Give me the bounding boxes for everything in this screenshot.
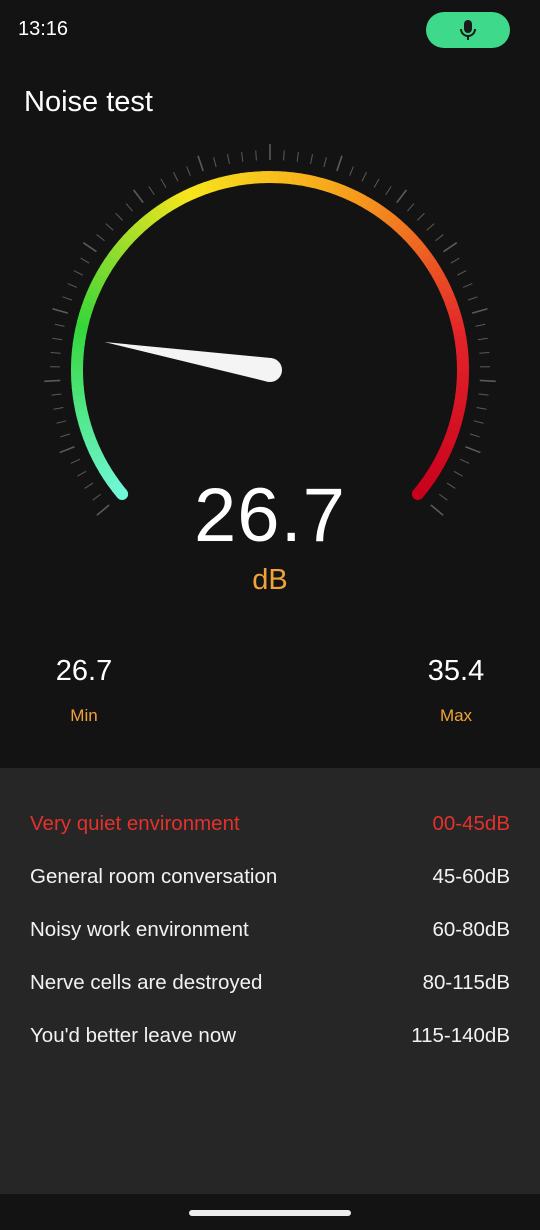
min-stat: 26.7 Min bbox=[24, 655, 144, 726]
gauge-tick bbox=[186, 166, 191, 176]
level-range: 45-60dB bbox=[432, 865, 510, 888]
gauge-tick bbox=[96, 234, 105, 242]
gauge-tick bbox=[132, 189, 144, 204]
navigation-bar bbox=[0, 1194, 540, 1230]
gauge-tick bbox=[465, 445, 481, 454]
gauge-needle bbox=[104, 342, 282, 382]
gauge-tick bbox=[51, 393, 62, 396]
gauge-tick bbox=[349, 166, 354, 176]
gauge-tick bbox=[473, 420, 484, 424]
gauge-tick bbox=[70, 458, 81, 464]
gauge-ticks bbox=[44, 144, 496, 516]
level-label: Noisy work environment bbox=[30, 918, 249, 941]
gauge-tick bbox=[60, 433, 71, 438]
gauge-tick bbox=[62, 296, 73, 301]
gauge-tick bbox=[241, 151, 244, 162]
gauge-tick bbox=[50, 351, 61, 354]
level-range: 00-45dB bbox=[432, 812, 510, 835]
gauge-tick bbox=[443, 242, 458, 253]
microphone-icon bbox=[460, 20, 476, 40]
gauge-tick bbox=[450, 257, 460, 264]
gauge-arc bbox=[71, 171, 469, 501]
gauge-tick bbox=[406, 203, 415, 212]
gauge-tick bbox=[478, 393, 489, 396]
status-time: 13:16 bbox=[18, 18, 69, 40]
gauge-tick bbox=[82, 242, 97, 253]
gauge-tick bbox=[296, 151, 299, 162]
gauge-tick bbox=[476, 407, 487, 410]
level-row: You'd better leave now 115-140dB bbox=[30, 1024, 510, 1054]
gauge-tick bbox=[197, 155, 204, 172]
gauge-tick bbox=[417, 212, 425, 221]
gauge-tick bbox=[475, 323, 486, 327]
gauge-tick bbox=[471, 308, 488, 314]
gauge-tick bbox=[77, 470, 87, 477]
gauge-tick bbox=[53, 407, 64, 410]
gauge-tick bbox=[310, 154, 314, 165]
gauge-tick bbox=[105, 223, 114, 231]
needle-pointer bbox=[104, 342, 272, 382]
max-value: 35.4 bbox=[427, 655, 485, 687]
gauge-tick bbox=[457, 270, 467, 276]
level-label: Nerve cells are destroyed bbox=[30, 971, 263, 994]
home-indicator[interactable] bbox=[189, 1210, 351, 1216]
min-value: 26.7 bbox=[55, 655, 113, 687]
level-range: 115-140dB bbox=[411, 1024, 510, 1047]
gauge-tick bbox=[173, 172, 179, 182]
gauge-tick bbox=[459, 458, 470, 464]
level-row: Very quiet environment 00-45dB bbox=[30, 812, 510, 842]
level-range: 60-80dB bbox=[432, 918, 510, 941]
gauge-tick bbox=[477, 337, 488, 341]
noise-levels-panel: Very quiet environment 00-45dB General r… bbox=[0, 768, 540, 1194]
gauge-tick bbox=[479, 351, 490, 354]
gauge-tick bbox=[54, 323, 65, 327]
gauge-tick bbox=[385, 186, 392, 196]
gauge-tick bbox=[283, 150, 285, 161]
gauge-tick bbox=[453, 470, 463, 477]
reading-unit: dB bbox=[252, 564, 288, 596]
gauge-tick bbox=[67, 283, 78, 288]
gauge-tick bbox=[59, 445, 75, 454]
max-stat: 35.4 Max bbox=[396, 655, 516, 726]
level-range: 80-115dB bbox=[422, 971, 510, 994]
gauge-tick bbox=[148, 186, 155, 196]
gauge-tick bbox=[396, 189, 408, 204]
gauge-tick bbox=[52, 308, 69, 314]
gauge-tick bbox=[426, 223, 435, 231]
gauge-tick bbox=[336, 155, 343, 172]
gauge-tick bbox=[467, 296, 478, 301]
gauge-tick bbox=[361, 172, 367, 182]
level-label: You'd better leave now bbox=[30, 1024, 237, 1047]
min-label: Min bbox=[70, 706, 98, 725]
gauge-tick bbox=[435, 234, 444, 242]
level-row: Noisy work environment 60-80dB bbox=[30, 918, 510, 948]
gauge-tick bbox=[213, 157, 217, 168]
gauge-tick bbox=[323, 157, 327, 168]
level-label: General room conversation bbox=[30, 865, 278, 888]
gauge-tick bbox=[226, 154, 230, 165]
needle-hub bbox=[258, 358, 282, 382]
gauge-tick bbox=[469, 433, 480, 438]
gauge-tick bbox=[115, 212, 123, 221]
gauge-tick bbox=[373, 178, 380, 188]
status-bar: 13:16 bbox=[0, 0, 540, 60]
level-label: Very quiet environment bbox=[30, 812, 240, 835]
sound-level-gauge bbox=[44, 144, 496, 516]
page-title: Noise test bbox=[24, 86, 153, 118]
gauge-tick bbox=[73, 270, 83, 276]
gauge-tick bbox=[479, 379, 496, 383]
gauge-tick bbox=[56, 420, 67, 424]
max-label: Max bbox=[439, 706, 473, 725]
gauge-tick bbox=[80, 257, 90, 264]
mic-indicator[interactable] bbox=[426, 12, 510, 48]
gauge-tick bbox=[160, 178, 167, 188]
level-row: Nerve cells are destroyed 80-115dB bbox=[30, 971, 510, 1001]
gauge-tick bbox=[125, 203, 134, 212]
gauge-tick bbox=[52, 337, 63, 341]
level-row: General room conversation 45-60dB bbox=[30, 865, 510, 895]
gauge-tick bbox=[44, 379, 61, 383]
current-reading: 26.7 bbox=[194, 473, 346, 558]
gauge-tick bbox=[462, 283, 473, 288]
gauge-tick bbox=[255, 150, 257, 161]
